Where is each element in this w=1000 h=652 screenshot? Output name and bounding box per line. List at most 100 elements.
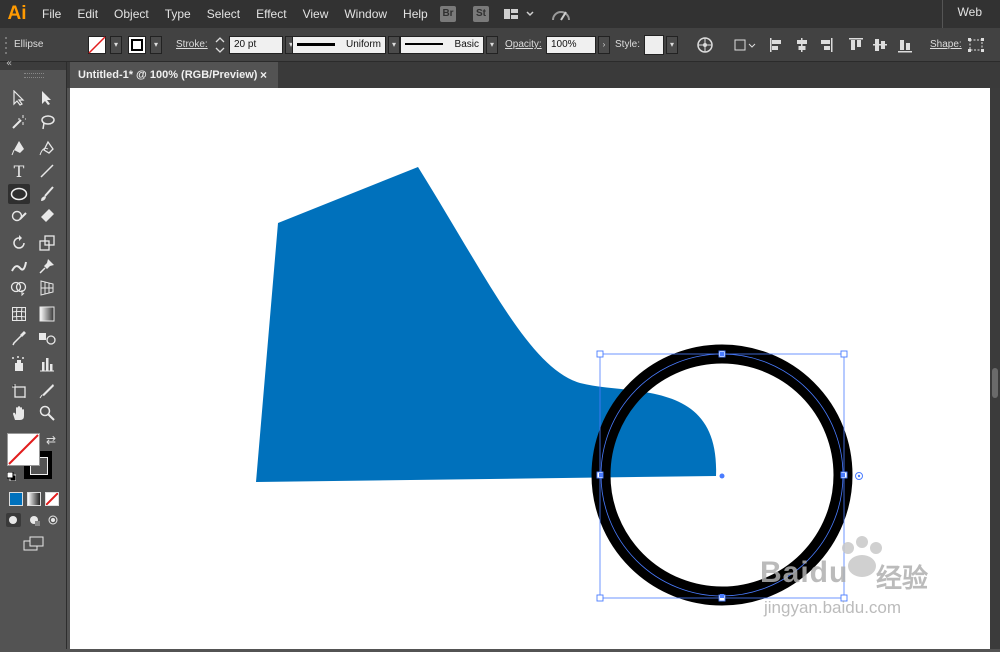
paintbrush-tool[interactable] — [36, 184, 58, 204]
shape-label[interactable]: Shape: — [930, 28, 962, 61]
hand-tool[interactable] — [8, 403, 30, 423]
lasso-tool[interactable] — [36, 112, 58, 132]
symbol-sprayer-tool[interactable] — [8, 354, 30, 374]
draw-normal-button[interactable] — [6, 513, 21, 527]
puppet-warp-tool[interactable] — [36, 256, 58, 276]
eraser-tool[interactable] — [36, 206, 58, 226]
shaper-tool[interactable] — [8, 206, 30, 226]
bbox-handle[interactable] — [840, 350, 848, 358]
rotate-tool[interactable] — [8, 233, 30, 253]
anchor-point[interactable] — [599, 473, 603, 477]
bbox-handle[interactable] — [596, 594, 604, 602]
blue-shape[interactable] — [256, 167, 717, 482]
fill-swatch[interactable]: ▾ — [88, 28, 122, 61]
blend-tool[interactable] — [36, 328, 58, 348]
slice-tool[interactable] — [36, 381, 58, 401]
recolor-artwork-icon[interactable] — [696, 28, 714, 61]
fill-color-box[interactable] — [7, 433, 40, 466]
stepper-icon[interactable] — [214, 35, 226, 55]
collapse-icon[interactable]: « — [6, 58, 12, 69]
scale-tool[interactable] — [36, 233, 58, 253]
column-graph-icon — [40, 358, 54, 372]
mesh-tool[interactable] — [8, 304, 30, 324]
gradient-tool[interactable] — [36, 304, 58, 324]
color-mode-button[interactable] — [9, 492, 23, 506]
paintbrush-icon — [41, 186, 54, 201]
menu-type[interactable]: Type — [157, 7, 199, 21]
default-colors-icon[interactable] — [6, 471, 17, 482]
menu-view[interactable]: View — [295, 7, 337, 21]
draw-inside-button[interactable] — [46, 513, 61, 527]
menu-file[interactable]: File — [34, 7, 69, 21]
bridge-button[interactable]: Br — [440, 6, 456, 22]
shape-builder-tool[interactable] — [8, 278, 30, 298]
menu-object[interactable]: Object — [106, 7, 157, 21]
anchor-point[interactable] — [720, 352, 724, 356]
menu-window[interactable]: Window — [336, 7, 395, 21]
chevron-down-icon[interactable]: ▾ — [486, 35, 498, 54]
artboard-tool[interactable] — [8, 381, 30, 401]
chevron-down-icon[interactable]: ▾ — [150, 35, 162, 54]
swap-fill-stroke-icon[interactable]: ⇄ — [46, 433, 56, 447]
stroke-label[interactable]: Stroke: — [176, 28, 208, 61]
scrollbar-thumb[interactable] — [992, 368, 998, 398]
none-mode-button[interactable] — [45, 492, 59, 506]
stock-button[interactable]: St — [473, 6, 489, 22]
chevron-right-icon[interactable]: › — [598, 35, 610, 54]
stroke-weight-control[interactable]: 20 pt ▾ — [214, 28, 297, 61]
gpu-performance-icon[interactable] — [550, 6, 572, 22]
brush-definition[interactable]: Basic ▾ — [400, 28, 498, 61]
change-screen-mode-icon[interactable] — [23, 536, 45, 552]
anchor-point[interactable] — [841, 473, 845, 477]
opacity-control[interactable]: 100% › — [546, 28, 610, 61]
curvature-tool[interactable] — [36, 138, 58, 158]
magic-wand-tool[interactable] — [8, 112, 30, 132]
eraser-icon — [41, 209, 54, 222]
selection-tool[interactable] — [8, 88, 30, 108]
chevron-down-icon[interactable]: ▾ — [666, 35, 678, 54]
shape-properties-icon[interactable] — [967, 28, 985, 61]
type-tool[interactable]: T — [8, 161, 30, 181]
opacity-label[interactable]: Opacity: — [505, 28, 542, 61]
bbox-handle[interactable] — [596, 350, 604, 358]
menu-effect[interactable]: Effect — [248, 7, 294, 21]
gripper — [4, 28, 9, 61]
vertical-scrollbar[interactable] — [990, 88, 1000, 649]
variable-width-profile[interactable]: Uniform ▾ — [292, 28, 400, 61]
document-tab[interactable]: Untitled-1* @ 100% (RGB/Preview) × — [70, 62, 278, 88]
anchor-point[interactable] — [720, 594, 724, 598]
perspective-grid-tool[interactable] — [36, 278, 58, 298]
zoom-tool[interactable] — [36, 403, 58, 423]
gradient-mode-button[interactable] — [27, 492, 41, 506]
stroke-weight-input[interactable]: 20 pt — [229, 35, 283, 54]
graphic-style-picker[interactable]: ▾ — [644, 28, 678, 61]
stroke-swatch[interactable]: ▾ — [128, 28, 162, 61]
chevron-down-icon[interactable]: ▾ — [110, 35, 122, 54]
direct-selection-tool[interactable] — [36, 88, 58, 108]
warp-tool[interactable] — [8, 256, 30, 276]
transform-icon[interactable] — [733, 28, 757, 61]
workspace-switcher[interactable]: Web — [958, 5, 982, 19]
align-top-icon[interactable] — [848, 28, 864, 61]
arrange-documents-icon[interactable] — [503, 6, 537, 22]
align-bottom-icon[interactable] — [897, 28, 913, 61]
chevron-down-icon[interactable]: ▾ — [388, 35, 400, 54]
artboard-canvas[interactable]: Baidu 经验 jingyan.baidu.com — [70, 88, 990, 649]
column-graph-tool[interactable] — [36, 354, 58, 374]
align-right-icon[interactable] — [818, 28, 834, 61]
opacity-input[interactable]: 100% — [546, 35, 596, 54]
style-swatch[interactable] — [644, 34, 664, 55]
draw-behind-button[interactable] — [27, 513, 42, 527]
pen-tool[interactable] — [8, 138, 30, 158]
menu-help[interactable]: Help — [395, 7, 436, 21]
align-left-icon[interactable] — [768, 28, 784, 61]
none-icon — [45, 492, 59, 506]
line-tool[interactable] — [36, 161, 58, 181]
align-middle-icon[interactable] — [872, 28, 888, 61]
menu-edit[interactable]: Edit — [69, 7, 106, 21]
close-tab-button[interactable]: × — [260, 62, 267, 88]
menu-select[interactable]: Select — [199, 7, 248, 21]
align-center-icon[interactable] — [794, 28, 810, 61]
ellipse-tool[interactable] — [8, 184, 30, 204]
eyedropper-tool[interactable] — [8, 328, 30, 348]
